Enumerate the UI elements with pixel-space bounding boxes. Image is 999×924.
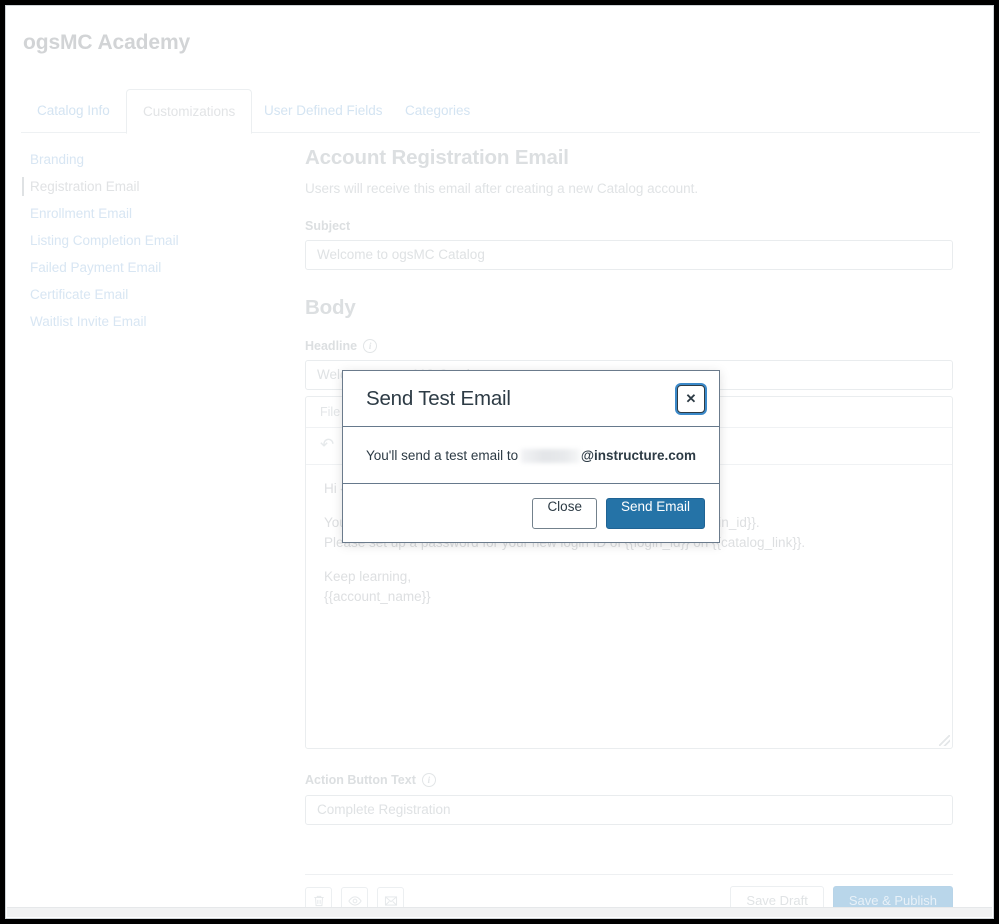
page-header-title: ogsMC Academy (23, 31, 191, 54)
close-button[interactable]: Close (532, 497, 597, 529)
sidebar-item-registration-email[interactable]: Registration Email (22, 173, 287, 200)
sidebar-item-branding[interactable]: Branding (22, 146, 287, 173)
send-test-email-modal: Send Test Email ✕ You'll send a test ema… (342, 370, 720, 543)
editor-menu-file[interactable]: File (320, 405, 340, 419)
app-window: ogsMC Academy Catalog Info Customization… (5, 5, 994, 919)
sidebar-item-certificate-email[interactable]: Certificate Email (22, 281, 287, 308)
subject-input[interactable]: Welcome to ogsMC Catalog (305, 240, 953, 270)
body-heading: Body (305, 296, 356, 319)
tab-categories[interactable]: Categories (389, 89, 486, 133)
email-domain: @instructure.com (580, 447, 696, 463)
tab-user-defined-fields[interactable]: User Defined Fields (248, 89, 399, 133)
action-button-text-label-text: Action Button Text (305, 773, 416, 787)
info-icon[interactable]: i (421, 773, 436, 787)
modal-message-prefix: You'll send a test email to (366, 447, 519, 463)
tab-catalog-info[interactable]: Catalog Info (21, 89, 126, 133)
page-subtitle: Users will receive this email after crea… (305, 181, 699, 196)
page-title: Account Registration Email (305, 146, 569, 169)
editor-paragraph-signoff: Keep learning, {{account_name}} (324, 569, 431, 604)
sidebar-item-failed-payment-email[interactable]: Failed Payment Email (22, 254, 287, 281)
editor-resize-handle[interactable] (939, 735, 950, 746)
undo-icon[interactable]: ↶ (320, 436, 340, 456)
tab-bar: Catalog Info Customizations User Defined… (21, 89, 980, 134)
subject-label-text: Subject (305, 219, 351, 233)
action-button-text-label: Action Button Text i (305, 773, 953, 787)
action-button-text-input[interactable]: Complete Registration (305, 795, 953, 825)
subject-label: Subject (305, 219, 953, 233)
headline-label: Headline i (305, 339, 953, 353)
info-icon[interactable]: i (363, 339, 378, 353)
modal-title: Send Test Email (366, 386, 511, 410)
footer-divider (305, 874, 953, 875)
close-icon[interactable]: ✕ (677, 384, 705, 413)
sidebar-item-enrollment-email[interactable]: Enrollment Email (22, 200, 287, 227)
sidebar-item-listing-completion-email[interactable]: Listing Completion Email (22, 227, 287, 254)
sidebar-nav: Branding Registration Email Enrollment E… (22, 146, 287, 335)
modal-body: You'll send a test email to @instructure… (343, 427, 719, 484)
modal-footer: Close Send Email (343, 484, 719, 542)
send-email-button[interactable]: Send Email (605, 497, 705, 529)
headline-label-text: Headline (305, 339, 358, 353)
modal-header: Send Test Email ✕ (343, 371, 719, 427)
tab-customizations[interactable]: Customizations (126, 89, 253, 134)
sidebar-item-waitlist-invite-email[interactable]: Waitlist Invite Email (22, 308, 287, 335)
footer-bottom-bar (7, 907, 992, 917)
redacted-email-local-part (521, 449, 580, 463)
